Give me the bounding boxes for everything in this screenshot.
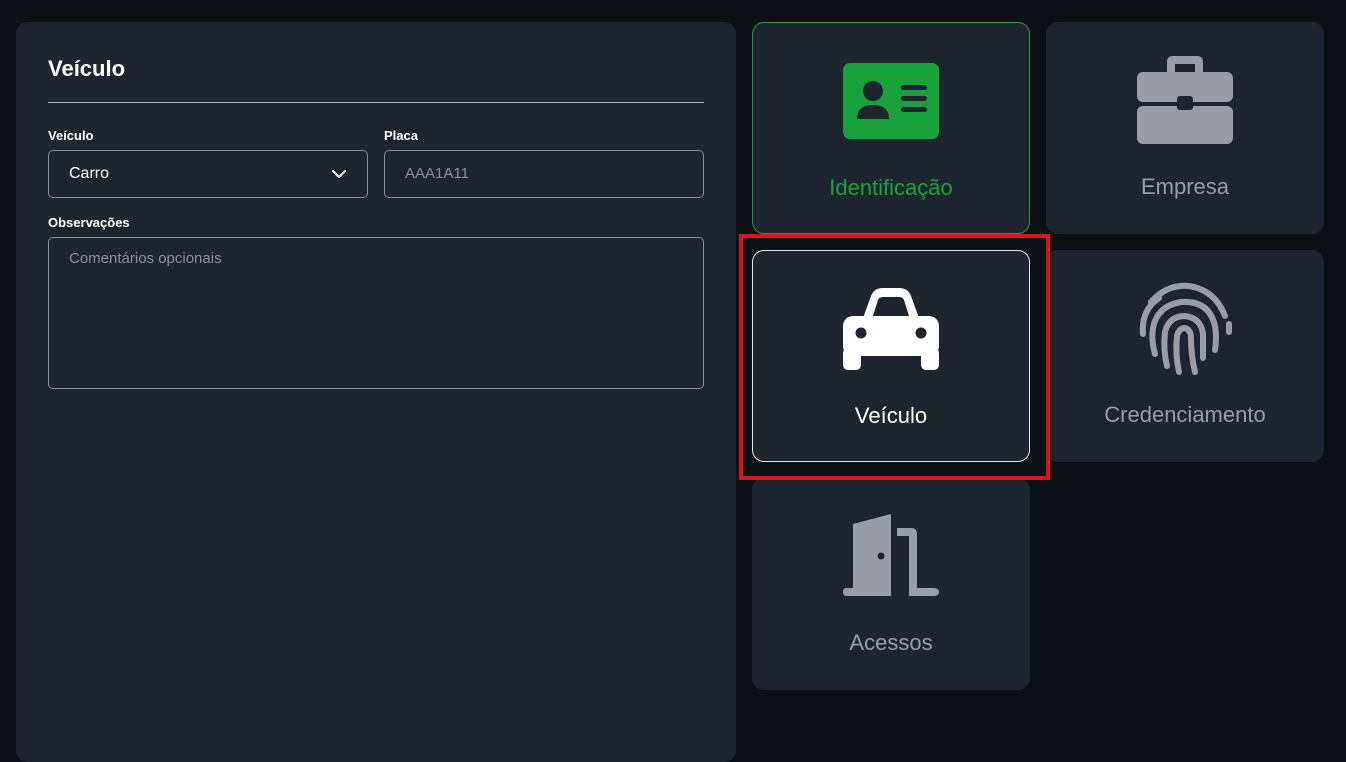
car-icon <box>843 281 939 377</box>
id-card-icon <box>843 53 939 149</box>
plate-input-placeholder: AAA1A11 <box>405 165 469 182</box>
notes-textarea[interactable]: Comentários opcionais <box>48 237 704 389</box>
tile-veiculo[interactable]: Veículo <box>752 250 1030 462</box>
vehicle-form-panel: Veículo Veículo Carro Placa AAA1A11 Obse… <box>16 22 736 762</box>
tile-label: Identificação <box>829 175 953 200</box>
title-divider <box>48 102 704 103</box>
tile-label: Veículo <box>854 403 928 428</box>
notes-textarea-placeholder: Comentários opcionais <box>69 250 222 267</box>
tile-label: Acessos <box>849 630 933 655</box>
chevron-down-icon <box>332 170 346 178</box>
tile-acessos[interactable]: Acessos <box>752 478 1030 690</box>
vehicle-select-value: Carro <box>69 165 110 182</box>
form-title: Veículo <box>48 56 126 81</box>
fingerprint-icon <box>1137 280 1233 376</box>
tile-identificacao[interactable]: Identificação <box>752 22 1030 234</box>
plate-input[interactable]: AAA1A11 <box>384 150 704 198</box>
door-open-icon <box>843 508 939 604</box>
briefcase-icon <box>1137 52 1233 148</box>
tile-credenciamento[interactable]: Credenciamento <box>1046 250 1324 462</box>
plate-field-label: Placa <box>384 128 418 143</box>
vehicle-field-label: Veículo <box>48 128 94 143</box>
vehicle-select[interactable]: Carro <box>48 150 368 198</box>
notes-field-label: Observações <box>48 215 130 230</box>
tile-label: Credenciamento <box>1104 402 1266 427</box>
tile-empresa[interactable]: Empresa <box>1046 22 1324 234</box>
tile-label: Empresa <box>1140 174 1230 199</box>
